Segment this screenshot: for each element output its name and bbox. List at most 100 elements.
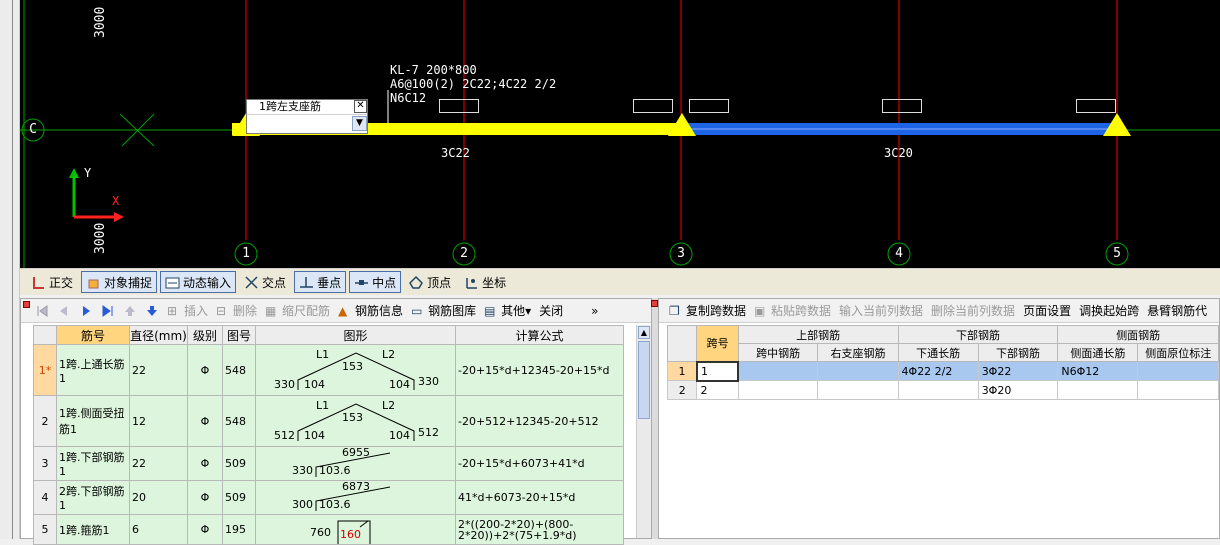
cantilever-rebar-button[interactable]: 悬臂钢筋代 — [1147, 302, 1207, 319]
table-row[interactable]: 4 2跨.下部钢筋1 20 Φ 509 6873 300 103.6 41*d+… — [33, 480, 624, 515]
arrow-down-icon — [147, 305, 157, 316]
col-header-shape[interactable]: 图形 — [255, 325, 456, 345]
ortho-icon — [31, 275, 46, 290]
corner-header — [666, 325, 698, 362]
paste-icon: ▣ — [754, 303, 766, 318]
close-icon[interactable]: ✕ — [354, 100, 367, 113]
cad-drawing[interactable] — [20, 0, 1220, 268]
paste-span-button[interactable]: ▣ 粘贴跨数据 — [754, 302, 831, 319]
prev-record-button[interactable] — [57, 304, 71, 318]
table-row[interactable]: 1 1 4Φ22 2/2 3Φ22 N6Φ12 — [666, 360, 1219, 382]
col-header-diameter[interactable]: 直径(mm) — [129, 325, 188, 345]
scroll-up-icon[interactable]: ▲ — [638, 326, 650, 339]
table-row[interactable]: 5 1跨.箍筋1 6 Φ 195 760 160 2*((200-2*20)+(… — [33, 514, 624, 545]
table-row[interactable]: 2 1跨.侧面受扭筋1 12 Φ 548 L1 L2 153 512 104 1… — [33, 395, 624, 447]
rebar-library-button[interactable]: ▭ 钢筋图库 — [411, 302, 476, 319]
move-up-button[interactable] — [123, 304, 137, 318]
perpendicular-icon — [299, 275, 314, 290]
rebar-input-slot[interactable] — [882, 99, 922, 113]
rebar-input-slot[interactable] — [633, 99, 673, 113]
intersection-icon — [244, 275, 259, 290]
pin-icon[interactable] — [651, 300, 658, 307]
beam-annotation-2: A6@100(2) 2C22;4C22 2/2 — [390, 77, 557, 91]
span2-bottom-label: 3C20 — [884, 146, 913, 160]
first-record-button[interactable] — [35, 304, 49, 318]
next-icon — [83, 305, 90, 316]
close-panel-button[interactable]: 关闭 — [539, 302, 563, 319]
table-row[interactable]: 3 1跨.下部钢筋1 22 Φ 509 6955 330 103.6 -20+1… — [33, 446, 624, 481]
vertex-toggle[interactable]: 顶点 — [404, 271, 456, 293]
vertical-scrollbar[interactable]: ▲ — [636, 325, 651, 538]
col-header-right-support[interactable]: 右支座钢筋 — [817, 343, 899, 362]
swap-start-span-button[interactable]: 调换起始跨 — [1079, 302, 1139, 319]
overflow-chevron-icon[interactable]: » — [591, 304, 598, 318]
rebar-input-slot[interactable] — [439, 99, 479, 113]
rebar-shape-cell[interactable]: L1 L2 153 512 104 104 512 — [255, 395, 456, 447]
rebar-input-slot[interactable] — [689, 99, 729, 113]
input-column-button[interactable]: 输入当前列数据 — [839, 302, 923, 319]
rebar-input-slot[interactable] — [1076, 99, 1116, 113]
ucs-x-label: X — [112, 194, 120, 208]
popup-title: 1跨左支座筋 ✕ — [247, 100, 367, 115]
col-header-side-original[interactable]: 侧面原位标注 — [1137, 343, 1219, 362]
col-header-side-through[interactable]: 侧面通长筋 — [1057, 343, 1139, 362]
object-snap-toggle[interactable]: 对象捕捉 — [81, 271, 158, 293]
group-header-side-rebar: 侧面钢筋 — [1057, 325, 1219, 344]
page-setup-button[interactable]: 页面设置 — [1023, 302, 1071, 319]
dimension-bottom: 3000 — [93, 222, 108, 254]
col-header-formula[interactable]: 计算公式 — [455, 325, 624, 345]
other-menu-button[interactable]: ▤ 其他 ▾ — [484, 302, 531, 319]
ortho-toggle[interactable]: 正交 — [26, 271, 78, 293]
rebar-shape-cell[interactable]: 6955 330 103.6 — [255, 446, 456, 481]
scale-icon: ▦ — [265, 303, 277, 318]
pin-icon[interactable] — [23, 301, 30, 308]
rebar-shape-cell[interactable]: 6873 300 103.6 — [255, 480, 456, 515]
col-header-bottom-through[interactable]: 下通长筋 — [897, 343, 979, 362]
insert-button[interactable]: ⊞ 插入 — [167, 302, 208, 319]
col-header-span-no[interactable]: 跨号 — [696, 325, 739, 362]
span-cell-editing[interactable]: 1 — [695, 360, 740, 382]
perpendicular-toggle[interactable]: 垂点 — [294, 271, 347, 293]
last-record-button[interactable] — [101, 304, 115, 318]
span-data-panel: ❐ 复制跨数据 ▣ 粘贴跨数据 输入当前列数据 删除当前列数据 页面设置 调换起始跨… — [658, 298, 1220, 539]
span1-bottom-label: 3C22 — [441, 146, 470, 160]
next-record-button[interactable] — [79, 304, 93, 318]
ucs-y-label: Y — [84, 166, 92, 180]
rebar-detail-panel: ⊞ 插入 ⊟ 删除 ▦ 缩尺配筋 ▲ 钢筋信息 ▭ 钢筋图库 ▤ 其他 ▾ 关闭 » 筋号 直… — [20, 298, 652, 545]
support-rebar-popup[interactable]: 1跨左支座筋 ✕ ▼ — [246, 99, 368, 134]
library-icon: ▭ — [411, 303, 423, 318]
object-snap-icon — [86, 275, 101, 290]
copy-span-button[interactable]: ❐ 复制跨数据 — [669, 302, 746, 319]
midpoint-icon — [354, 275, 369, 290]
col-header-mid-rebar[interactable]: 跨中钢筋 — [737, 343, 819, 362]
col-header-fig-no[interactable]: 图号 — [222, 325, 256, 345]
move-down-button[interactable] — [145, 304, 159, 318]
midpoint-toggle[interactable]: 中点 — [349, 271, 402, 293]
other-icon: ▤ — [484, 303, 496, 318]
axis-label-5: 5 — [1113, 246, 1121, 261]
table-row[interactable]: 1* 1跨.上通长筋1 22 Φ 548 L1 L2 153 330 104 1… — [33, 344, 624, 396]
cad-canvas[interactable]: KL-7 200*800 A6@100(2) 2C22;4C22 2/2 N6C… — [20, 0, 1220, 268]
support-rebar-combo[interactable]: ▼ — [247, 115, 367, 133]
intersection-toggle[interactable]: 交点 — [239, 271, 291, 293]
delete-button[interactable]: ⊟ 删除 — [216, 302, 257, 319]
rebar-shape-cell[interactable]: L1 L2 153 330 104 104 330 — [255, 344, 456, 396]
delete-icon: ⊟ — [216, 303, 227, 318]
scale-rebar-button[interactable]: ▦ 缩尺配筋 — [265, 302, 330, 319]
scroll-thumb[interactable] — [638, 341, 650, 419]
rebar-shape-cell[interactable]: 760 160 — [255, 514, 456, 545]
rebar-table: 筋号 直径(mm) 级别 图号 图形 计算公式 1* 1跨.上通长筋1 22 Φ… — [33, 325, 624, 545]
col-header-bottom-rebar[interactable]: 下部钢筋 — [977, 343, 1059, 362]
axis-label-2: 2 — [460, 246, 468, 261]
chevron-down-icon[interactable]: ▼ — [352, 116, 367, 131]
col-header-rebar-no[interactable]: 筋号 — [56, 325, 130, 345]
col-header-grade[interactable]: 级别 — [187, 325, 223, 345]
delete-column-button[interactable]: 删除当前列数据 — [931, 302, 1015, 319]
dynamic-input-icon — [165, 275, 180, 290]
rebar-info-button[interactable]: ▲ 钢筋信息 — [338, 302, 403, 319]
dynamic-input-toggle[interactable]: 动态输入 — [160, 271, 237, 293]
coordinate-toggle[interactable]: 坐标 — [459, 271, 511, 293]
coordinate-icon — [464, 275, 479, 290]
insert-icon: ⊞ — [167, 303, 178, 318]
table-row[interactable]: 2 2 3Φ20 — [666, 380, 1219, 400]
